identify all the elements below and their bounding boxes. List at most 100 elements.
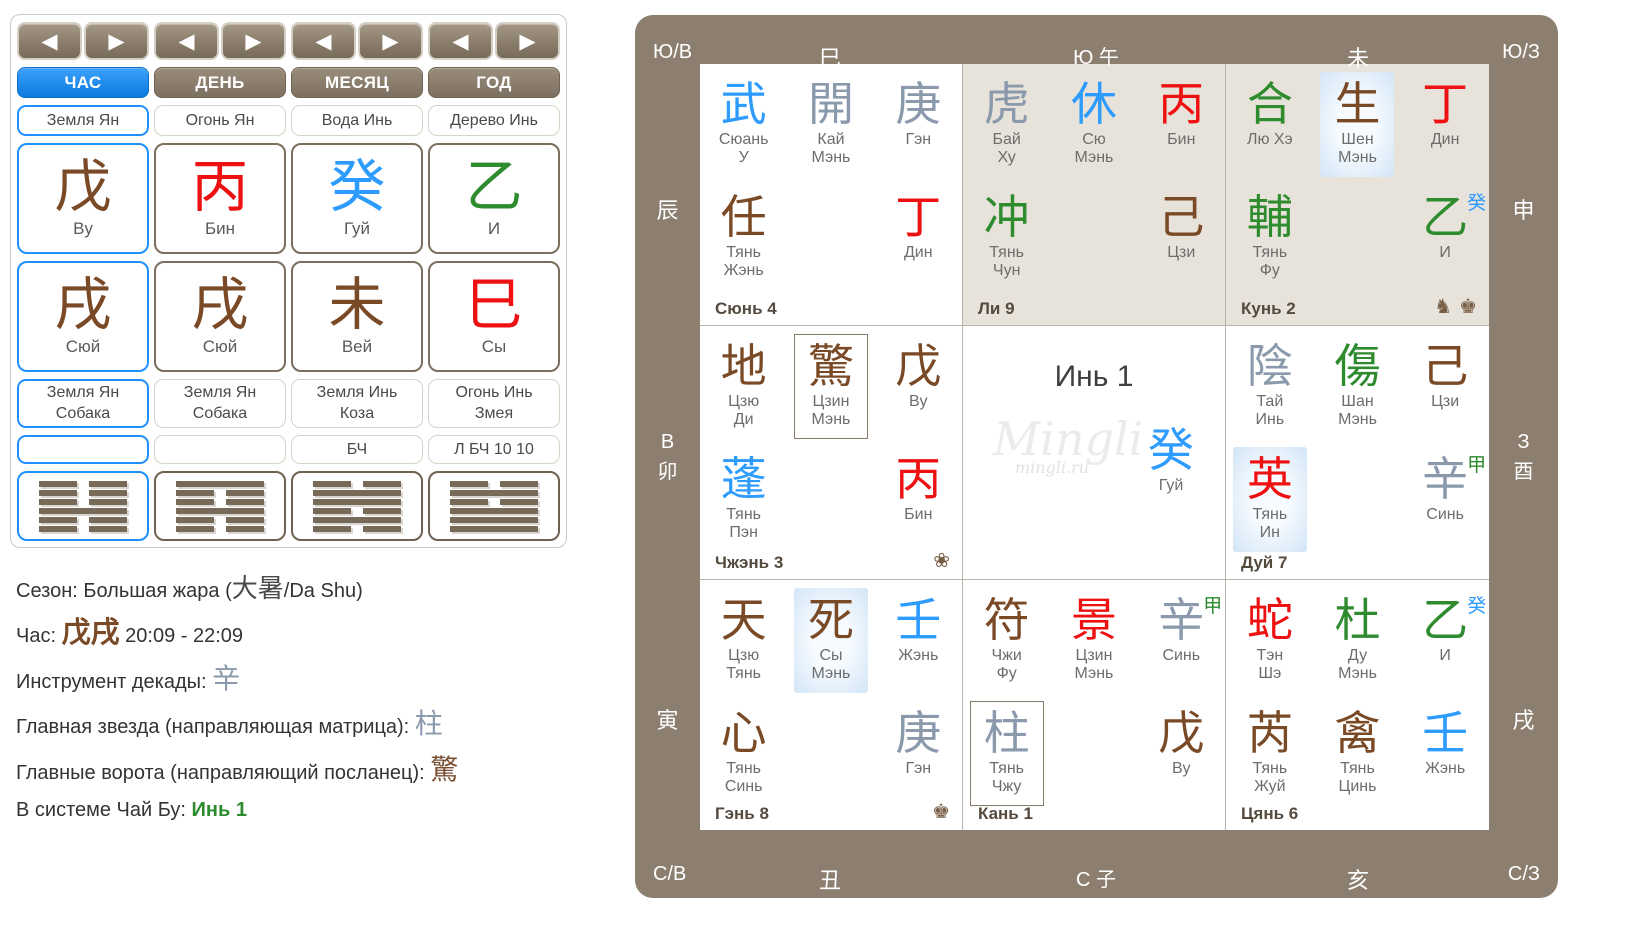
palace-row: 合Лю Хэ生Шен Мэнь丁Дин [1226, 80, 1489, 167]
info-text: 柱 [415, 708, 443, 739]
frame-label-bottom-3: 亥 [1347, 863, 1369, 895]
cjk-character: 心 [721, 709, 767, 758]
year-next-button[interactable]: ▶ [495, 22, 560, 60]
hexagram-line-segment [176, 508, 264, 514]
prev-arrow-icon: ◀ [178, 31, 194, 52]
month-stem-card: 癸Гуй [291, 143, 423, 254]
cjk-character: 壬 [1422, 709, 1468, 758]
stem-character: 丙 [192, 158, 249, 216]
pillar-column-month: ◀▶МЕСЯЦВода Инь癸Гуй未ВейЗемля Инь КозаБЧ [291, 22, 423, 540]
star-item: 心Тянь Синь [721, 709, 767, 796]
palace-slot: 庚Гэн [875, 709, 962, 796]
palace-slot: 冲Тянь Чун [963, 193, 1050, 280]
info-line: В системе Чай Бу: Инь 1 [16, 799, 626, 822]
hexagram-line-segment [89, 481, 127, 487]
cjk-character: 冲 [984, 193, 1030, 242]
transliteration-caption: Чжи Фу [984, 647, 1030, 683]
cjk-character: 乙癸 [1422, 596, 1468, 645]
hour-next-button[interactable]: ▶ [84, 22, 149, 60]
hexagram-line [39, 517, 127, 523]
hour-prev-button[interactable]: ◀ [17, 22, 82, 60]
palace-slot [1050, 193, 1137, 280]
month-next-button[interactable]: ▶ [358, 22, 423, 60]
cjk-character: 合 [1247, 80, 1293, 129]
info-line: Главная звезда (направляющая матрица): 柱 [16, 708, 626, 740]
hexagram-line-segment [500, 481, 538, 487]
month-branch-card: 未Вей [291, 261, 423, 372]
pillars-panel: ◀▶ЧАСЗемля Ян戊Ву戌СюйЗемля Ян Собака◀▶ДЕН… [10, 14, 567, 548]
pillar-column-day: ◀▶ДЕНЬОгонь Ян丙Бин戌СюйЗемля Ян Собака [154, 22, 286, 540]
hexagram-line [313, 499, 401, 505]
palace-slot: 虎Бай Ху [963, 80, 1050, 167]
transliteration-caption: Бин [1158, 131, 1204, 149]
palace-гэнь-8: 天Цзю Тянь死Сы Мэнь壬Жэнь心Тянь Синь庚ГэнГэнь… [700, 580, 963, 830]
hour-void-label [17, 435, 149, 464]
tab-hour[interactable]: ЧАС [17, 67, 149, 98]
branch-character: 戌 [192, 276, 249, 334]
palace-slot: 辛甲Синь [1138, 596, 1225, 683]
hexagram-line [450, 526, 538, 532]
stem-transliteration: Ву [73, 219, 93, 239]
earth-stem-item: 乙癸И [1422, 193, 1468, 262]
transliteration-caption: Тянь Жэнь [721, 244, 767, 280]
deity-item: 符Чжи Фу [984, 596, 1030, 683]
tab-year[interactable]: ГОД [428, 67, 560, 98]
star-item: 輔Тянь Фу [1247, 193, 1293, 280]
cjk-character: 英 [1247, 455, 1293, 504]
hexagram-line-segment [363, 508, 401, 514]
hexagram-line-segment [176, 526, 214, 532]
month-prev-button[interactable]: ◀ [291, 22, 356, 60]
day-prev-button[interactable]: ◀ [154, 22, 219, 60]
palace-icons: ❀ [926, 548, 950, 573]
hexagram-line-segment [226, 490, 264, 496]
tab-month[interactable]: МЕСЯЦ [291, 67, 423, 98]
palace-slot: 丁Дин [875, 193, 962, 280]
hexagram-line-segment [313, 490, 401, 496]
star-item: 柱Тянь Чжу [970, 701, 1044, 806]
palace-slot: 戊Ву [875, 342, 962, 429]
watermark-url: mingli.ru [1015, 458, 1143, 477]
day-next-button[interactable]: ▶ [221, 22, 286, 60]
cjk-character: 壬 [895, 596, 941, 645]
palace-slot: 合Лю Хэ [1226, 80, 1314, 167]
palace-slot: 傷Шан Мэнь [1314, 342, 1402, 429]
pillars-columns: ◀▶ЧАСЗемля Ян戊Ву戌СюйЗемля Ян Собака◀▶ДЕН… [17, 22, 560, 540]
cjk-character: 癸 [1148, 426, 1194, 475]
hexagram-line-segment [89, 499, 127, 505]
tab-day[interactable]: ДЕНЬ [154, 67, 286, 98]
hexagram-line-segment [89, 490, 127, 496]
cjk-character: 開 [808, 80, 854, 129]
info-text: Главные ворота (направляющий посланец): [16, 762, 430, 784]
hexagram-line [39, 526, 127, 532]
chart-info: Сезон: Большая жара (大暑/Da Shu)Час: 戊戌 2… [16, 574, 626, 835]
frame-label-left-0: 辰 [635, 193, 700, 225]
stem-transliteration: Гуй [344, 219, 370, 239]
transliteration-caption: Цзин Мэнь [808, 393, 854, 429]
cjk-character: 丙 [1158, 80, 1204, 129]
hexagram-line-segment [89, 517, 127, 523]
palace-name: Чжэнь 3 [715, 553, 783, 573]
palace-slot: 己Цзи [1401, 342, 1489, 429]
palace-row: 任Тянь Жэнь丁Дин [700, 193, 962, 280]
palace-slot: 禽Тянь Цинь [1314, 709, 1402, 796]
day-void-label [154, 435, 286, 464]
transliteration-caption: Тянь Чун [984, 244, 1030, 280]
year-prev-button[interactable]: ◀ [428, 22, 493, 60]
palace-row: 武Сюань У開Кай Мэнь庚Гэн [700, 80, 962, 167]
transliteration-caption: Жэнь [895, 647, 941, 665]
palace-slot [787, 709, 874, 796]
transliteration-caption: Цзи [1422, 393, 1468, 411]
center-palace: Инь 1Minglimingli.ru癸Гуй [963, 326, 1226, 580]
month-void-label: БЧ [291, 435, 423, 464]
cjk-character: 蓬 [721, 455, 767, 504]
palace-row: 柱Тянь Чжу戊Ву [963, 709, 1225, 796]
star-item: 禽Тянь Цинь [1334, 709, 1380, 796]
hexagram-line [39, 490, 127, 496]
palace-slot: 丁Дин [1401, 80, 1489, 167]
transliteration-caption: Синь [1422, 506, 1468, 524]
hexagram-line-segment [176, 517, 214, 523]
palace-slot: 符Чжи Фу [963, 596, 1050, 683]
center-stem-item: 癸 Гуй [1141, 426, 1201, 495]
superscript-stem: 甲 [1203, 597, 1222, 616]
transliteration-caption: Гуй [1141, 477, 1201, 495]
